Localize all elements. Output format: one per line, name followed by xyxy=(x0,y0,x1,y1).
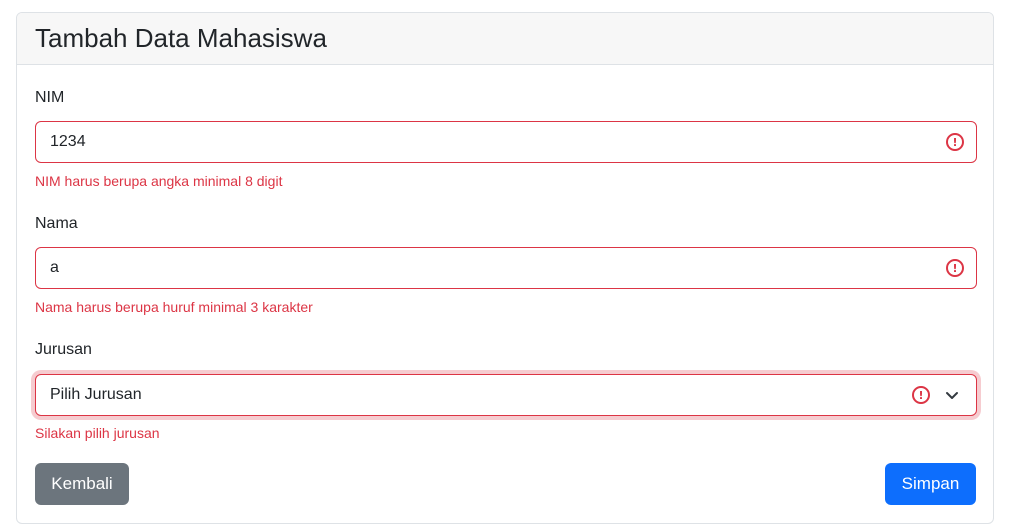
exclamation-circle-icon: ! xyxy=(912,386,930,404)
jurusan-select[interactable]: Pilih Jurusan ! xyxy=(35,374,977,416)
card-header: Tambah Data Mahasiswa xyxy=(17,13,993,65)
nim-error-message: NIM harus berupa angka minimal 8 digit xyxy=(35,173,283,189)
nim-input[interactable]: 1234 ! xyxy=(35,121,977,163)
exclamation-circle-icon: ! xyxy=(946,259,964,277)
chevron-down-icon[interactable] xyxy=(942,385,962,405)
nim-label: NIM xyxy=(35,89,65,106)
nama-input[interactable]: a ! xyxy=(35,247,977,289)
back-button[interactable]: Kembali xyxy=(35,463,129,505)
page-title: Tambah Data Mahasiswa xyxy=(35,23,327,53)
jurusan-label: Jurusan xyxy=(35,341,92,358)
nim-input-value[interactable]: 1234 xyxy=(36,133,946,151)
exclamation-circle-icon: ! xyxy=(946,133,964,151)
nama-label: Nama xyxy=(35,215,78,232)
jurusan-select-value[interactable]: Pilih Jurusan xyxy=(36,386,912,404)
nama-error-message: Nama harus berupa huruf minimal 3 karakt… xyxy=(35,299,313,315)
save-button[interactable]: Simpan xyxy=(885,463,976,505)
form-card: Tambah Data Mahasiswa NIM 1234 ! NIM har… xyxy=(16,12,994,524)
jurusan-error-message: Silakan pilih jurusan xyxy=(35,425,160,441)
nama-input-value[interactable]: a xyxy=(36,259,946,277)
